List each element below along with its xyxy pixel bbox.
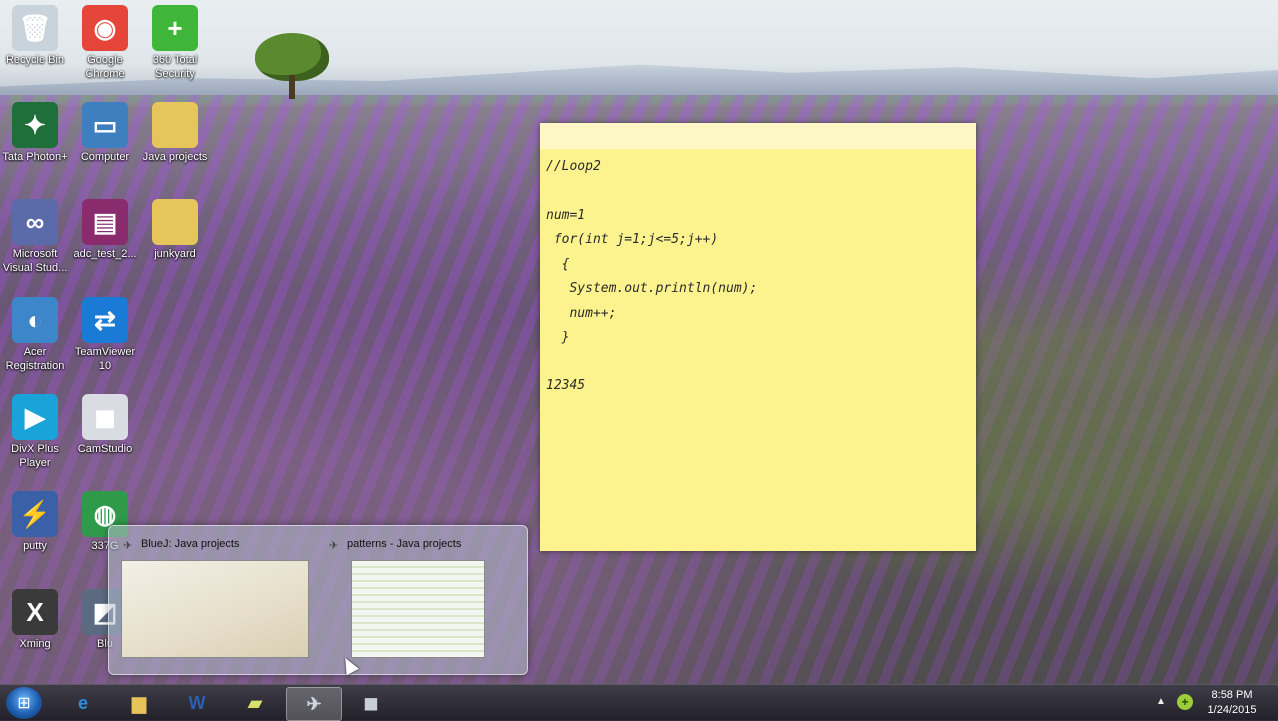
taskbar: ⊞ e ▆ W ▰ ✈ ◼ ▲ + 8:58 PM 1/24/2015 <box>0 684 1278 721</box>
desktop-icon[interactable]: junkyard <box>140 199 210 261</box>
desktop-icon[interactable]: 🗑 Recycle Bin <box>0 5 70 67</box>
internet-explorer-icon: e <box>77 692 88 713</box>
desktop-icon-image: 🗑 <box>12 5 58 51</box>
desktop-icon[interactable]: ∞ Microsoft Visual Stud... <box>0 199 70 275</box>
desktop-icon[interactable]: Java projects <box>140 102 210 164</box>
desktop-icon-image: ▤ <box>82 199 128 245</box>
start-button[interactable]: ⊞ <box>6 687 42 719</box>
note-line: //Loop2 <box>546 159 601 174</box>
taskbar-clock[interactable]: 8:58 PM 1/24/2015 <box>1200 688 1264 718</box>
sticky-note-header[interactable] <box>540 123 976 149</box>
word-icon: W <box>188 692 206 713</box>
security-tray-icon[interactable]: + <box>1177 694 1193 710</box>
note-line: { <box>546 257 570 272</box>
desktop-icon-label: putty <box>23 540 47 552</box>
taskbar-thumbnail-preview: ✈ BlueJ: Java projects ✈ patterns - Java p… <box>108 525 528 675</box>
desktop-icon-label: Recycle Bin <box>5 54 65 66</box>
desktop-icon[interactable]: +360 Total Security <box>140 5 210 81</box>
camstudio-icon: ◼ <box>363 692 379 713</box>
desktop-icon[interactable]: ⚡ putty <box>0 491 70 553</box>
preview-title-bluej[interactable]: ✈ BlueJ: Java projects <box>123 538 239 552</box>
taskbar-button-internet-explorer[interactable]: e <box>56 687 110 719</box>
wallpaper-tree <box>255 33 329 81</box>
desktop-icon-image: ◼ <box>82 394 128 440</box>
desktop-icon-image: ⚡ <box>12 491 58 537</box>
clock-time: 8:58 PM <box>1211 689 1253 701</box>
desktop-icon[interactable]: ◉ Google Chrome <box>70 5 140 81</box>
desktop-icon-label: Google Chrome <box>85 54 125 80</box>
desktop-icon-image: ◉ <box>82 5 128 51</box>
preview-thumbnail-bluej[interactable] <box>121 560 309 658</box>
sticky-note[interactable]: //Loop2 num=1 for(int j=1;j<=5;j++) { Sy… <box>540 123 976 551</box>
sticky-notes-icon: ▰ <box>248 692 262 713</box>
desktop-icon-image <box>152 199 198 245</box>
desktop-icon-image: ⇄ <box>82 297 128 343</box>
note-line: num++; <box>546 306 617 321</box>
desktop-icon[interactable]: X Xming <box>0 589 70 651</box>
bluej-icon: ✈ <box>306 693 322 714</box>
desktop-icon-image: ∞ <box>12 199 58 245</box>
desktop-icon[interactable]: ✦ Tata Photon+ <box>0 102 70 164</box>
desktop-icon-label: Microsoft Visual Stud... <box>2 248 68 274</box>
preview-title-patterns[interactable]: ✈ patterns - Java projects <box>329 538 461 552</box>
bluej-icon: ✈ <box>329 540 339 552</box>
taskbar-button-sticky-notes[interactable]: ▰ <box>228 687 282 719</box>
desktop-icon[interactable]: ◐ Acer Registration <box>0 297 70 373</box>
taskbar-button-word[interactable]: W <box>170 687 224 719</box>
desktop-icon[interactable]: ▶ DivX Plus Player <box>0 394 70 470</box>
desktop-icon[interactable]: ⇄ TeamViewer 10 <box>70 297 140 373</box>
bluej-icon: ✈ <box>123 540 133 552</box>
show-hidden-icons-button[interactable]: ▲ <box>1156 696 1166 707</box>
note-line: 12345 <box>546 378 586 393</box>
note-line: num=1 <box>546 208 586 223</box>
windows-logo-icon: ⊞ <box>17 695 31 712</box>
clock-date: 1/24/2015 <box>1207 704 1257 716</box>
file-explorer-icon: ▆ <box>132 692 146 713</box>
desktop-icon-image: ✦ <box>12 102 58 148</box>
desktop-icon[interactable]: ▭ Computer <box>70 102 140 164</box>
desktop-icon-image: + <box>152 5 198 51</box>
preview-thumbnail-patterns[interactable] <box>351 560 485 658</box>
desktop-icon-label: Computer <box>80 151 130 163</box>
note-line: } <box>546 330 570 345</box>
wallpaper-tree-trunk <box>289 75 295 99</box>
desktop-icon-label: 360 Total Security <box>152 54 198 80</box>
desktop-icon-image <box>152 102 198 148</box>
desktop-icon-image: ▭ <box>82 102 128 148</box>
desktop-icon-image: ◐ <box>12 297 58 343</box>
desktop-icon-label: TeamViewer 10 <box>74 346 136 372</box>
taskbar-button-camstudio[interactable]: ◼ <box>344 687 398 719</box>
desktop-icon-label: DivX Plus Player <box>11 443 59 469</box>
taskbar-button-file-explorer[interactable]: ▆ <box>112 687 166 719</box>
desktop-icon[interactable]: ◼ CamStudio <box>70 394 140 456</box>
desktop-icon-label: Tata Photon+ <box>2 151 68 163</box>
desktop-icon-label: Xming <box>19 638 51 650</box>
desktop-icon-image: X <box>12 589 58 635</box>
desktop-icon-label: Acer Registration <box>5 346 65 372</box>
note-line: System.out.println(num); <box>546 281 758 296</box>
desktop-icon-label: adc_test_2... <box>73 248 137 260</box>
desktop-icon-label: CamStudio <box>77 443 133 455</box>
note-line: for(int j=1;j<=5;j++) <box>546 232 719 247</box>
desktop-icon[interactable]: ▤ adc_test_2... <box>70 199 140 261</box>
desktop-icon-label: junkyard <box>154 248 196 260</box>
desktop-icon-image: ▶ <box>12 394 58 440</box>
taskbar-button-bluej[interactable]: ✈ <box>286 687 342 721</box>
desktop-icon-label: Java projects <box>142 151 208 163</box>
